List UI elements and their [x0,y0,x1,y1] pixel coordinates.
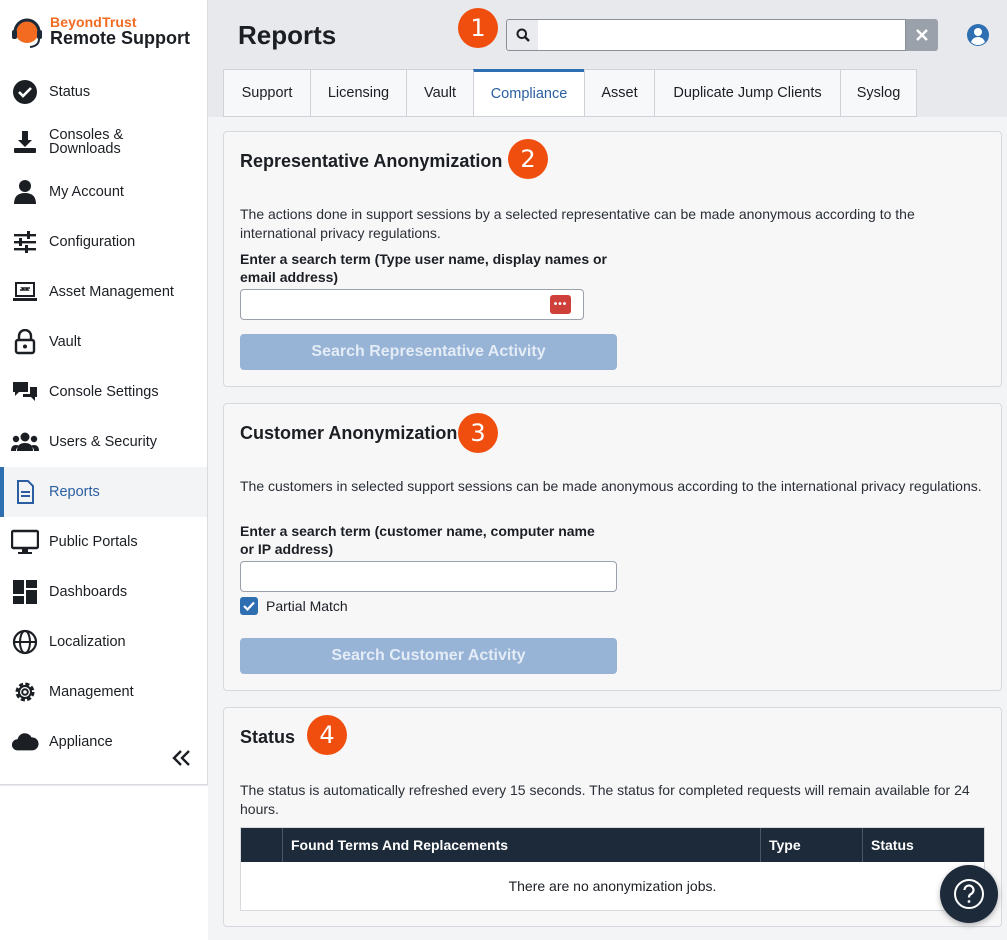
section-title: Status [240,727,296,747]
sidebar-item-status[interactable]: Status [0,67,207,117]
callout-marker-2: 2 [508,139,548,179]
sidebar-item-label: Vault [49,334,81,350]
headset-logo-icon [12,18,42,48]
sidebar-nav: Status Consoles & Downloads My Account C… [0,67,207,767]
sidebar-item-consoles-downloads[interactable]: Consoles & Downloads [0,117,207,167]
lock-icon [11,328,39,356]
sidebar: BeyondTrust Remote Support Status Consol… [0,0,208,785]
clear-search-button[interactable] [906,19,938,51]
sidebar-item-label: Asset Management [49,284,174,300]
section-title: Representative Anonymization [240,151,503,171]
anonymization-jobs-table: Found Terms And Replacements Type Status… [240,827,985,911]
sidebar-item-label: Reports [49,484,100,500]
field-label: Enter a search term (Type user name, dis… [240,251,608,285]
cloud-icon [11,728,39,756]
document-icon [11,478,39,506]
search-icon [516,28,530,42]
brand-name-bottom: Remote Support [50,28,191,48]
sidebar-item-label: Management [49,684,134,700]
laptop-transfer-icon [11,278,39,306]
callout-marker-3: 3 [458,413,498,453]
section-description: The actions done in support sessions by … [240,206,915,241]
sidebar-item-label: Status [49,84,91,100]
sliders-icon [11,228,39,256]
search-customer-activity-button[interactable]: Search Customer Activity [240,638,617,674]
callout-marker-4: 4 [307,715,347,755]
column-header-status[interactable]: Status [863,828,984,862]
customer-search-input[interactable] [240,561,617,592]
sidebar-item-label: Appliance [49,734,113,750]
tab-licensing[interactable]: Licensing [310,69,406,117]
password-manager-icon[interactable]: ••• [550,295,571,314]
sidebar-item-label: Consoles & Downloads [49,127,124,157]
sidebar-item-configuration[interactable]: Configuration [0,217,207,267]
sidebar-item-reports[interactable]: Reports [0,467,207,517]
tab-duplicate-jump-clients[interactable]: Duplicate Jump Clients [654,69,840,117]
search-representative-activity-button[interactable]: Search Representative Activity [240,334,617,370]
search-button[interactable] [506,19,539,51]
sidebar-item-asset-management[interactable]: Asset Management [0,267,207,317]
sidebar-item-public-portals[interactable]: Public Portals [0,517,207,567]
tab-support[interactable]: Support [223,69,310,117]
gear-icon [11,678,39,706]
search-input[interactable] [538,19,906,51]
sidebar-item-users-security[interactable]: Users & Security [0,417,207,467]
sidebar-item-console-settings[interactable]: Console Settings [0,367,207,417]
page-title: Reports [238,20,337,50]
chat-bubbles-icon [11,378,39,406]
help-button[interactable] [940,865,998,923]
tab-compliance[interactable]: Compliance [473,69,584,117]
sidebar-item-label: Localization [49,634,126,650]
global-search [506,19,938,51]
sidebar-item-dashboards[interactable]: Dashboards [0,567,207,617]
sidebar-item-label: Dashboards [49,584,128,600]
sidebar-item-label: My Account [49,184,124,200]
brand[interactable]: BeyondTrust Remote Support [10,14,205,54]
section-description: The customers in selected support sessio… [240,478,982,494]
partial-match-checkbox[interactable] [240,597,258,615]
checkmark-icon [243,601,255,611]
section-description: The status is automatically refreshed ev… [240,782,970,817]
field-label: Enter a search term (customer name, comp… [240,523,595,557]
sidebar-item-label: Users & Security [49,434,157,450]
tab-syslog[interactable]: Syslog [840,69,917,117]
dashboard-icon [11,578,39,606]
sidebar-item-management[interactable]: Management [0,667,207,717]
user-profile-icon[interactable] [966,23,990,47]
report-tabs: Support Licensing Vault Compliance Asset… [223,69,917,117]
section-title: Customer Anonymization [240,423,458,443]
column-header-found-terms[interactable]: Found Terms And Replacements [283,828,761,862]
representative-search-input[interactable] [240,289,584,320]
representative-anonymization-card: Representative Anonymization The actions… [223,131,1002,387]
callout-marker-1: 1 [458,8,498,48]
tab-vault[interactable]: Vault [406,69,473,117]
sidebar-item-my-account[interactable]: My Account [0,167,207,217]
users-icon [11,428,39,456]
help-question-icon [954,879,984,909]
monitor-icon [11,528,39,556]
tab-asset[interactable]: Asset [584,69,654,117]
sidebar-item-label: Configuration [49,234,136,250]
sidebar-item-label: Public Portals [49,534,138,550]
globe-icon [11,628,39,656]
sidebar-item-localization[interactable]: Localization [0,617,207,667]
column-header-type[interactable]: Type [761,828,863,862]
sidebar-empty-area [0,786,208,940]
customer-anonymization-card: Customer Anonymization The customers in … [223,403,1002,691]
download-icon [11,128,39,156]
person-icon [11,178,39,206]
table-header: Found Terms And Replacements Type Status [241,828,984,862]
collapse-sidebar-button[interactable] [170,746,194,770]
double-chevron-left-icon [172,750,190,766]
check-circle-icon [11,78,39,106]
sidebar-item-label: Console Settings [49,384,159,400]
sidebar-item-vault[interactable]: Vault [0,317,207,367]
column-header-select [241,828,283,862]
partial-match-label[interactable]: Partial Match [266,598,348,614]
empty-table-message: There are no anonymization jobs. [241,862,984,910]
close-icon [916,29,928,41]
